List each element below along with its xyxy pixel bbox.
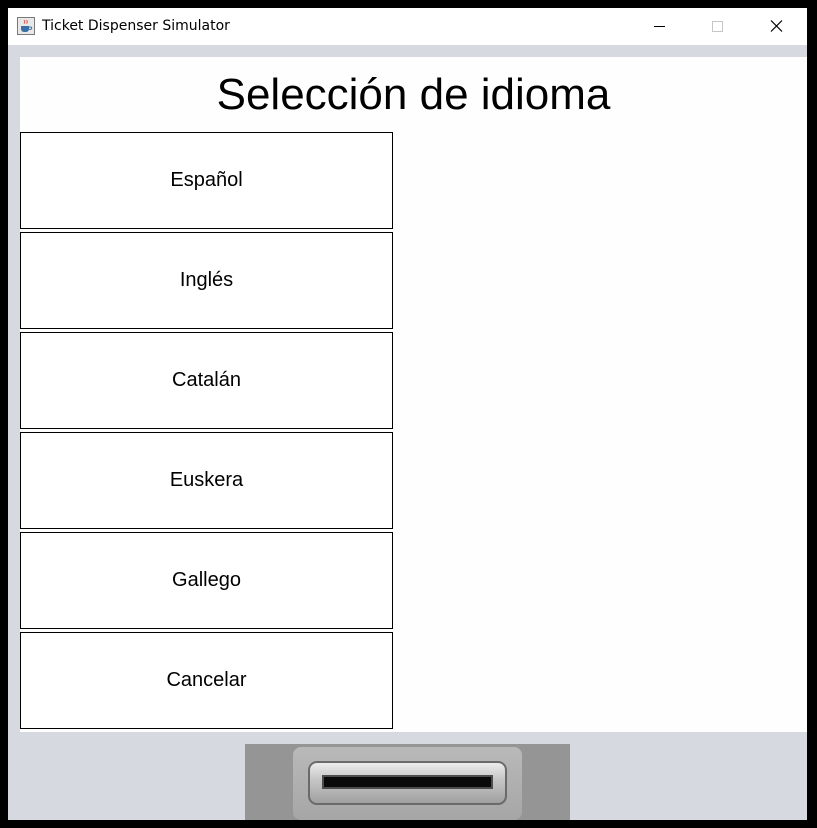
button-label: Euskera xyxy=(169,469,244,491)
button-label: Cancelar xyxy=(166,669,247,691)
minimize-button[interactable] xyxy=(631,8,689,45)
title-bar: Ticket Dispenser Simulator xyxy=(8,8,807,45)
java-cup-icon[interactable] xyxy=(17,17,35,35)
minimize-icon xyxy=(654,26,665,27)
ticket-slot-opening xyxy=(322,775,493,789)
galician-button[interactable]: Gallego xyxy=(20,532,393,629)
ticket-slot-icon[interactable] xyxy=(308,761,507,805)
basque-button[interactable]: Euskera xyxy=(20,432,393,529)
english-button[interactable]: Inglés xyxy=(20,232,393,329)
button-label: Español xyxy=(170,169,243,191)
button-label: Catalán xyxy=(172,369,241,391)
language-panel: Selección de idioma Español Inglés Catal… xyxy=(20,57,807,732)
window-title: Ticket Dispenser Simulator xyxy=(42,18,230,34)
catalan-button[interactable]: Catalán xyxy=(20,332,393,429)
button-label: Gallego xyxy=(172,569,241,591)
app-window: Ticket Dispenser Simulator Selección de … xyxy=(8,8,807,820)
close-icon xyxy=(770,20,783,32)
maximize-button[interactable] xyxy=(689,8,747,45)
page-title: Selección de idioma xyxy=(216,70,611,119)
ticket-dispenser xyxy=(245,744,570,820)
dispenser-frame xyxy=(293,747,522,820)
close-button[interactable] xyxy=(748,8,806,45)
spanish-button[interactable]: Español xyxy=(20,132,393,229)
maximize-icon xyxy=(712,21,723,32)
button-label: Inglés xyxy=(179,269,234,291)
cancel-button[interactable]: Cancelar xyxy=(20,632,393,729)
